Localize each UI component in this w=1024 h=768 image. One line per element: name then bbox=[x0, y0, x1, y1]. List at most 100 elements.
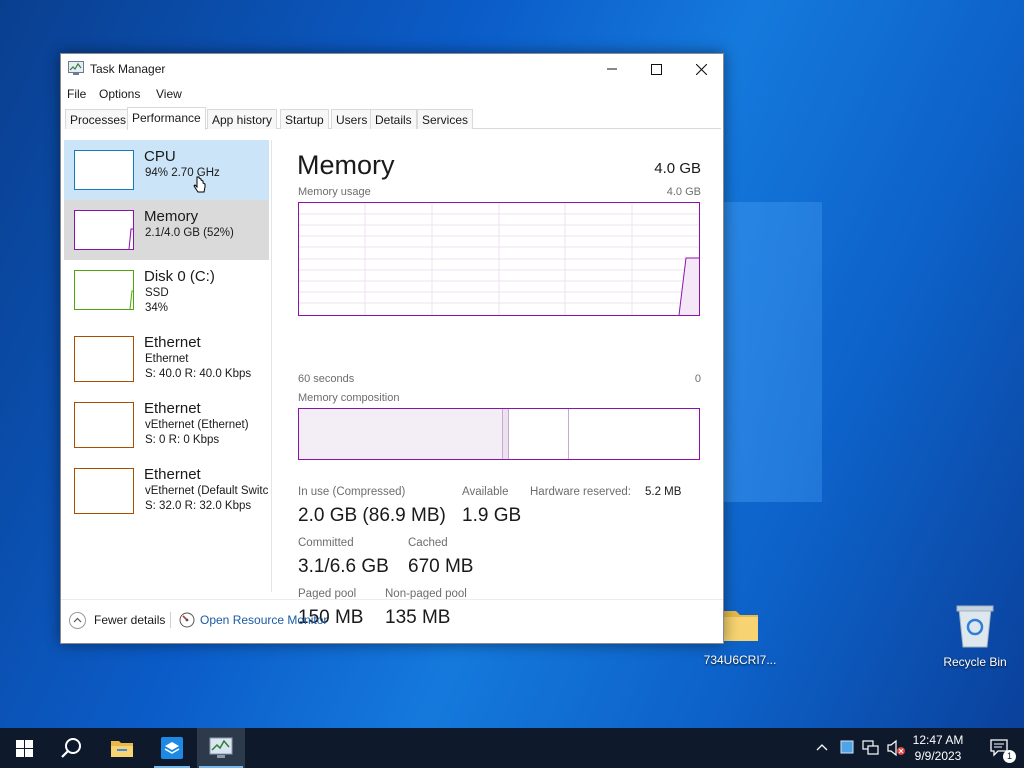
resource-detail: Ethernet bbox=[145, 353, 189, 365]
desktop-recycle-bin[interactable]: Recycle Bin bbox=[935, 603, 1015, 669]
taskbar-file-explorer[interactable] bbox=[98, 728, 146, 768]
taskbar-task-manager[interactable] bbox=[197, 728, 245, 768]
memory-usage-max: 4.0 GB bbox=[666, 186, 701, 198]
maximize-button[interactable] bbox=[633, 54, 679, 84]
recycle-bin-icon bbox=[956, 605, 994, 648]
resource-detail-2: S: 0 R: 0 Kbps bbox=[145, 434, 220, 446]
cpu-thumbnail-graph bbox=[74, 150, 134, 190]
menu-file[interactable]: File bbox=[67, 87, 86, 101]
graph-time-min: 0 bbox=[694, 373, 701, 385]
minimize-button[interactable] bbox=[589, 54, 635, 84]
fewer-details-button[interactable]: Fewer details bbox=[69, 611, 165, 629]
task-manager-app-icon bbox=[68, 61, 84, 75]
resource-ethernet-1[interactable]: Ethernet Ethernet S: 40.0 R: 40.0 Kbps bbox=[64, 326, 269, 386]
title-bar[interactable]: Task Manager bbox=[61, 54, 723, 84]
memory-thumbnail-graph bbox=[74, 210, 134, 250]
resource-disk[interactable]: Disk 0 (C:) SSD 34% bbox=[64, 260, 269, 320]
memory-composition-label: Memory composition bbox=[298, 392, 400, 404]
sidebar-divider bbox=[271, 140, 272, 592]
tab-services[interactable]: Services bbox=[417, 109, 474, 129]
resource-detail-2: 34% bbox=[145, 302, 169, 314]
tab-details[interactable]: Details bbox=[370, 109, 417, 129]
tab-performance[interactable]: Performance bbox=[127, 107, 206, 130]
tab-processes[interactable]: Processes bbox=[65, 109, 132, 129]
memory-composition-bar bbox=[298, 408, 700, 460]
network-icon[interactable] bbox=[862, 740, 880, 756]
collapse-chevron-icon bbox=[69, 611, 86, 629]
maximize-icon bbox=[650, 63, 662, 75]
tab-users[interactable]: Users bbox=[331, 109, 373, 129]
search-button[interactable] bbox=[48, 728, 96, 768]
resource-detail: vEthernet (Ethernet) bbox=[145, 419, 249, 431]
resource-ethernet-3[interactable]: Ethernet vEthernet (Default Switc S: 32.… bbox=[64, 458, 269, 518]
fewer-details-label: Fewer details bbox=[94, 613, 166, 627]
tab-app-history[interactable]: App history bbox=[207, 109, 278, 129]
resource-detail-2: S: 32.0 R: 32.0 Kbps bbox=[145, 500, 252, 512]
mouse-cursor-icon bbox=[193, 176, 206, 193]
show-hidden-icons-chevron-icon[interactable] bbox=[816, 742, 828, 752]
tab-bar: Processes Performance App history Startu… bbox=[65, 107, 721, 130]
file-explorer-icon bbox=[111, 741, 133, 757]
clock-time: 12:47 AM bbox=[912, 733, 964, 747]
resource-monitor-label: Open Resource Monitor bbox=[200, 613, 328, 627]
close-button[interactable] bbox=[678, 54, 724, 84]
resource-name: CPU bbox=[144, 148, 176, 165]
notification-count-badge: 1 bbox=[1003, 750, 1016, 763]
resource-list: CPU 94% 2.70 GHz Memory 2.1/4.0 GB (52%)… bbox=[64, 140, 274, 592]
disk-thumbnail-line bbox=[129, 290, 133, 310]
menu-view[interactable]: View bbox=[156, 87, 182, 101]
resource-name: Memory bbox=[144, 208, 199, 225]
open-resource-monitor-link[interactable]: Open Resource Monitor bbox=[179, 611, 327, 629]
taskbar: 12:47 AM 9/9/2023 1 bbox=[0, 728, 1024, 768]
in-use-label: In use (Compressed) bbox=[298, 486, 406, 498]
tray-app-icon[interactable] bbox=[840, 740, 854, 754]
cached-value: 670 MB bbox=[408, 556, 474, 577]
task-manager-window: Task Manager File Options View Processes… bbox=[60, 53, 724, 644]
ethernet-thumbnail-graph bbox=[74, 468, 134, 514]
ethernet-thumbnail-graph bbox=[74, 336, 134, 382]
composition-standby bbox=[509, 409, 569, 459]
search-icon bbox=[61, 738, 81, 758]
close-icon bbox=[695, 63, 707, 75]
memory-total: 4.0 GB bbox=[654, 160, 701, 177]
footer-divider bbox=[61, 599, 723, 600]
resource-cpu[interactable]: CPU 94% 2.70 GHz bbox=[64, 140, 269, 200]
taskbar-app[interactable] bbox=[148, 728, 196, 768]
memory-detail-pane: Memory 4.0 GB Memory usage 4.0 GB 60 sec… bbox=[281, 140, 721, 628]
composition-free bbox=[569, 409, 699, 459]
composition-in-use bbox=[299, 409, 503, 459]
resource-name: Ethernet bbox=[144, 334, 201, 351]
hardware-reserved-label: Hardware reserved: bbox=[530, 486, 631, 498]
available-value: 1.9 GB bbox=[462, 505, 522, 526]
resource-memory[interactable]: Memory 2.1/4.0 GB (52%) bbox=[64, 200, 269, 260]
page-title: Memory bbox=[297, 150, 395, 180]
tab-startup[interactable]: Startup bbox=[280, 109, 329, 129]
start-button[interactable] bbox=[0, 728, 48, 768]
memory-usage-graph bbox=[298, 202, 700, 316]
resource-name: Ethernet bbox=[144, 400, 201, 417]
resource-detail: 2.1/4.0 GB (52%) bbox=[145, 227, 234, 239]
disk-thumbnail-graph bbox=[74, 270, 134, 310]
memory-usage-graph-svg bbox=[299, 203, 699, 315]
menu-options[interactable]: Options bbox=[99, 87, 140, 101]
resource-detail: SSD bbox=[145, 287, 169, 299]
ethernet-thumbnail-graph bbox=[74, 402, 134, 448]
minimize-icon bbox=[607, 68, 617, 70]
resource-detail: vEthernet (Default Switc bbox=[145, 485, 269, 497]
clock-date: 9/9/2023 bbox=[914, 749, 962, 763]
in-use-value: 2.0 GB (86.9 MB) bbox=[298, 505, 446, 526]
resource-ethernet-2[interactable]: Ethernet vEthernet (Ethernet) S: 0 R: 0 … bbox=[64, 392, 269, 452]
menu-bar: File Options View bbox=[61, 84, 723, 104]
resource-name: Ethernet bbox=[144, 466, 201, 483]
footer-separator bbox=[170, 612, 171, 628]
action-center-button[interactable]: 1 bbox=[976, 728, 1024, 768]
windows-logo-icon bbox=[15, 739, 33, 757]
committed-value: 3.1/6.6 GB bbox=[298, 556, 389, 577]
graph-grid bbox=[299, 203, 699, 315]
app-box-icon bbox=[161, 737, 183, 759]
memory-usage-label: Memory usage bbox=[298, 186, 371, 198]
non-paged-pool-value: 135 MB bbox=[385, 607, 451, 628]
recycle-bin-label: Recycle Bin bbox=[943, 655, 1007, 669]
system-clock[interactable]: 12:47 AM 9/9/2023 bbox=[900, 732, 976, 764]
memory-thumbnail-line bbox=[128, 228, 133, 250]
